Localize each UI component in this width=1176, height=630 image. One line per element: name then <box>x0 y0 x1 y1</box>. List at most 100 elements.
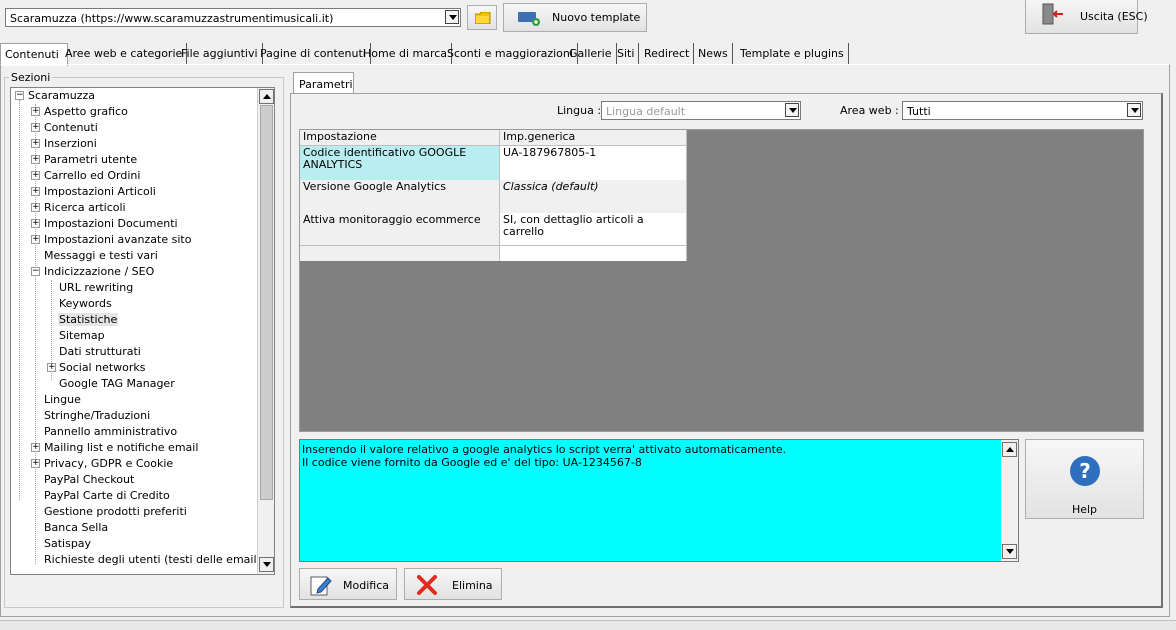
site-selector[interactable]: Scaramuzza (https://www.scaramuzzastrume… <box>5 8 461 27</box>
settings-grid[interactable]: Impostazione Imp.generica Codice identif… <box>299 129 1144 432</box>
table-row-setting[interactable]: Versione Google Analytics <box>300 180 500 213</box>
tree-item-messaggi[interactable]: Messaggi e testi vari <box>31 248 158 264</box>
tree-scrollbar[interactable] <box>257 88 274 574</box>
status-bar <box>0 620 1176 630</box>
help-label: Help <box>1071 503 1098 516</box>
sections-label: Sezioni <box>9 71 53 84</box>
open-folder-button[interactable] <box>467 5 497 30</box>
tree-item-scaramuzza[interactable]: − Scaramuzza <box>15 88 95 104</box>
modify-button[interactable]: Modifica <box>299 568 397 600</box>
tree-item-keywords[interactable]: Keywords <box>47 296 112 312</box>
expand-icon[interactable]: + <box>31 187 40 196</box>
tree-item-social-networks[interactable]: + Social networks <box>47 360 146 376</box>
collapse-icon[interactable]: − <box>15 91 24 100</box>
exit-button[interactable]: Uscita (ESC) <box>1025 0 1148 34</box>
tree-item-stringhe[interactable]: Stringhe/Traduzioni <box>31 408 150 424</box>
grid-header-value: Imp.generica <box>500 130 687 146</box>
scroll-up-button[interactable] <box>1002 442 1017 457</box>
scroll-up-button[interactable] <box>259 89 274 104</box>
area-web-select[interactable]: Tutti <box>902 101 1143 120</box>
tree-item-lingue[interactable]: Lingue <box>31 392 81 408</box>
sections-tree[interactable]: − Scaramuzza + Aspetto grafico + Contenuti… <box>10 87 275 575</box>
tree-item-aspetto-grafico[interactable]: + Aspetto grafico <box>31 104 128 120</box>
table-row-value[interactable]: Classica (default) <box>500 180 687 213</box>
tree-item-privacy[interactable]: + Privacy, GDPR e Cookie <box>31 456 173 472</box>
description-scrollbar[interactable] <box>1001 440 1018 561</box>
table-row-empty[interactable] <box>500 245 687 261</box>
new-template-button[interactable]: Nuovo template <box>503 3 647 32</box>
scroll-thumb[interactable] <box>260 105 273 500</box>
tree-item-banca-sella[interactable]: Banca Sella <box>31 520 108 536</box>
collapse-icon[interactable]: − <box>31 267 40 276</box>
tree-item-impostazioni-documenti[interactable]: + Impostazioni Documenti <box>31 216 178 232</box>
tab-contenuti[interactable]: Contenuti <box>0 43 68 66</box>
tree-item-impostazioni-articoli[interactable]: + Impostazioni Articoli <box>31 184 156 200</box>
tree-item-indicizzazione-seo[interactable]: − Indicizzazione / SEO <box>31 264 154 280</box>
description-box[interactable]: Inserendo il valore relativo a google an… <box>299 439 1019 562</box>
language-select[interactable]: Lingua default <box>601 101 801 120</box>
expand-icon[interactable]: + <box>31 443 40 452</box>
table-row-value[interactable]: UA-187967805-1 <box>500 146 687 180</box>
tree-item-google-tag-manager[interactable]: Google TAG Manager <box>47 376 175 392</box>
exit-door-icon <box>1042 3 1063 25</box>
tab-file-aggiuntivi[interactable]: File aggiuntivi <box>177 43 263 64</box>
tab-redirect[interactable]: Redirect <box>640 43 695 64</box>
expand-icon[interactable]: + <box>31 107 40 116</box>
expand-icon[interactable]: + <box>31 123 40 132</box>
tree-item-impostazioni-avanzate[interactable]: + Impostazioni avanzate sito <box>31 232 191 248</box>
tree-item-paypal-checkout[interactable]: PayPal Checkout <box>31 472 134 488</box>
table-row-setting[interactable]: Codice identificativo GOOGLE ANALYTICS <box>300 146 500 180</box>
chevron-down-icon[interactable] <box>785 103 799 117</box>
grid-header-setting: Impostazione <box>300 130 500 146</box>
expand-icon[interactable]: + <box>31 219 40 228</box>
expand-icon[interactable]: + <box>47 363 56 372</box>
main-tabs: Contenuti Aree web e categorie File aggi… <box>0 43 1176 66</box>
tab-aree-web[interactable]: Aree web e categorie <box>61 43 188 64</box>
tree-item-satispay[interactable]: Satispay <box>31 536 91 552</box>
tree-item-carrello-ordini[interactable]: + Carrello ed Ordini <box>31 168 140 184</box>
scroll-down-button[interactable] <box>1002 544 1017 559</box>
tab-home-marca[interactable]: Home di marca <box>359 43 453 64</box>
tree-item-contenuti[interactable]: + Contenuti <box>31 120 98 136</box>
modify-label: Modifica <box>343 579 389 592</box>
expand-icon[interactable]: + <box>31 155 40 164</box>
tree-item-prodotti-preferiti[interactable]: Gestione prodotti preferiti <box>31 504 187 520</box>
table-row-setting[interactable]: Attiva monitoraggio ecommerce <box>300 213 500 245</box>
tree-item-mailing-list[interactable]: + Mailing list e notifiche email <box>31 440 198 456</box>
tree-item-dati-strutturati[interactable]: Dati strutturati <box>47 344 141 360</box>
tab-siti[interactable]: Siti <box>613 43 640 64</box>
tab-gallerie[interactable]: Gallerie <box>565 43 617 64</box>
tree-item-statistiche[interactable]: Statistiche <box>47 312 119 328</box>
chevron-down-icon[interactable] <box>1127 103 1141 117</box>
expand-icon[interactable]: + <box>31 171 40 180</box>
chevron-down-icon[interactable] <box>445 10 459 24</box>
help-button[interactable]: ? Help <box>1025 439 1144 519</box>
tree-item-richieste-utenti[interactable]: Richieste degli utenti (testi delle emai… <box>31 552 261 568</box>
expand-icon[interactable]: + <box>31 459 40 468</box>
delete-label: Elimina <box>452 579 493 592</box>
tree-item-url-rewriting[interactable]: URL rewriting <box>47 280 133 296</box>
table-row-empty[interactable] <box>300 245 500 261</box>
tree-item-sitemap[interactable]: Sitemap <box>47 328 105 344</box>
expand-icon[interactable]: + <box>31 203 40 212</box>
scroll-down-button[interactable] <box>259 557 274 572</box>
tab-template-plugins[interactable]: Template e plugins <box>736 43 849 64</box>
language-value: Lingua default <box>606 105 686 118</box>
exit-label: Uscita (ESC) <box>1080 10 1148 23</box>
tree-item-ricerca-articoli[interactable]: + Ricerca articoli <box>31 200 126 216</box>
tree-item-pannello[interactable]: Pannello amministrativo <box>31 424 177 440</box>
tab-pagine-contenuti[interactable]: Pagine di contenuti <box>256 43 371 64</box>
svg-text:?: ? <box>1079 459 1091 483</box>
table-row-value[interactable]: SI, con dettaglio articoli a carrello <box>500 213 687 245</box>
tab-sconti[interactable]: Sconti e maggiorazioni <box>443 43 578 64</box>
delete-x-icon <box>417 575 437 595</box>
help-icon: ? <box>1070 456 1100 486</box>
parameters-tab[interactable]: Parametri <box>293 72 354 94</box>
tree-item-parametri-utente[interactable]: + Parametri utente <box>31 152 137 168</box>
tree-item-paypal-carte[interactable]: PayPal Carte di Credito <box>31 488 170 504</box>
tab-news[interactable]: News <box>694 43 733 64</box>
delete-button[interactable]: Elimina <box>404 568 502 600</box>
expand-icon[interactable]: + <box>31 235 40 244</box>
tree-item-inserzioni[interactable]: + Inserzioni <box>31 136 97 152</box>
expand-icon[interactable]: + <box>31 139 40 148</box>
